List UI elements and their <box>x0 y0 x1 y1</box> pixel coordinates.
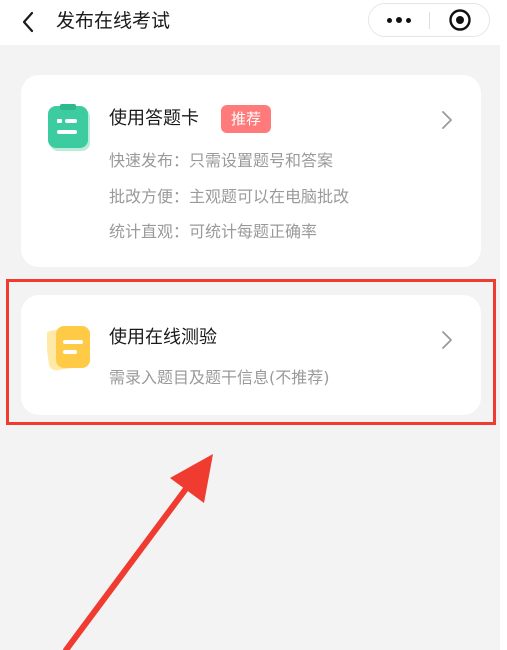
back-button[interactable] <box>14 8 42 36</box>
more-button[interactable] <box>369 4 429 36</box>
page-title: 发布在线考试 <box>56 10 171 32</box>
chevron-right-icon <box>442 111 452 129</box>
recommend-badge: 推荐 <box>221 105 272 133</box>
answer-sheet-option-card[interactable]: 使用答题卡 推荐 快速发布：只需设置题号和答案 批改方便：主观题可以在电脑批改 … <box>21 75 481 267</box>
answer-sheet-icon <box>48 104 90 151</box>
annotation-arrow <box>63 454 213 650</box>
answer-sheet-desc-1: 快速发布：只需设置题号和答案 <box>109 151 334 170</box>
close-button[interactable] <box>430 4 490 36</box>
answer-sheet-desc-3: 统计直观：可统计每题正确率 <box>109 222 318 241</box>
annotation-highlight-box <box>6 279 496 425</box>
nav-bar: 发布在线考试 <box>0 0 507 45</box>
more-dots-icon <box>385 17 413 23</box>
mini-program-capsule <box>368 3 490 37</box>
answer-sheet-desc-2: 批改方便：主观题可以在电脑批改 <box>109 187 350 206</box>
target-circle-icon <box>449 9 471 31</box>
chevron-left-icon <box>22 11 34 33</box>
answer-sheet-title: 使用答题卡 <box>109 108 199 129</box>
